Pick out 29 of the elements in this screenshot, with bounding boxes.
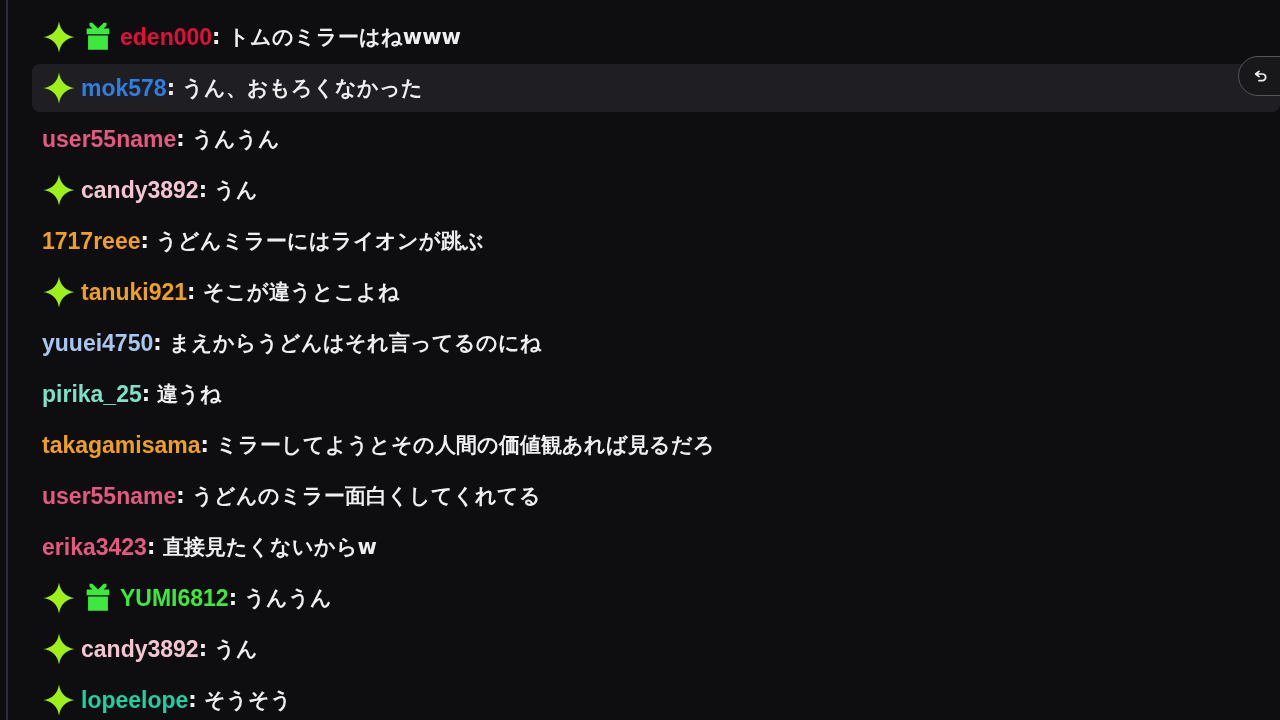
username[interactable]: pirika_25 [42, 380, 142, 408]
username[interactable]: eden000 [120, 23, 213, 51]
username[interactable]: 1717reee [42, 227, 141, 255]
username[interactable]: yuuei4750 [42, 329, 154, 357]
message-text: : 直接見たくないからw [146, 534, 377, 561]
username[interactable]: tanuki921 [81, 278, 188, 306]
username[interactable]: lopeelope [81, 686, 189, 714]
message-text: : ミラーしてようとその人間の価値観あれば見るだろ [200, 432, 716, 457]
username[interactable]: user55name [42, 482, 177, 510]
message-text: : そうそう [188, 687, 293, 712]
message-text: : 違うね [141, 381, 223, 408]
username[interactable]: candy3892 [81, 176, 199, 204]
message-text: : うんうん [176, 126, 280, 153]
message-text: : うどんミラーにはライオンが跳ぶ [140, 228, 485, 255]
username[interactable]: mok578 [81, 74, 167, 102]
message-text: : うん [198, 177, 259, 204]
username[interactable]: takagamisama [42, 431, 201, 459]
reply-icon [1253, 68, 1269, 84]
username[interactable]: user55name [42, 125, 177, 153]
username[interactable]: candy3892 [81, 635, 199, 663]
message-text: : そこが違うとこよね [187, 279, 400, 306]
message-text: : トムのミラーはねwww [212, 24, 461, 51]
message-text: : うどんのミラー面白くしてくれてる [176, 483, 541, 510]
message-text: : まえからうどんはそれ言ってるのにね [153, 330, 542, 355]
message-text: : うんうん [228, 585, 333, 612]
username[interactable]: erika3423 [42, 533, 147, 561]
username[interactable]: YUMI6812 [120, 584, 229, 612]
message-text: : うん [198, 636, 259, 663]
message-text: : うん、おもろくなかった [166, 75, 424, 102]
